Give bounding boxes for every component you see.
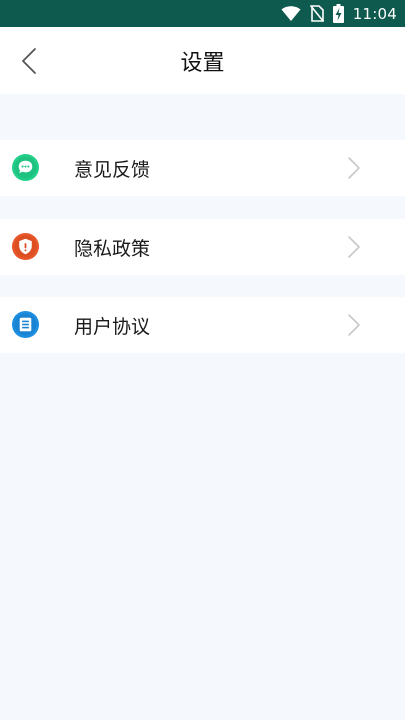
- chevron-right-icon: [348, 314, 360, 336]
- menu-item-label: 隐私政策: [74, 237, 151, 260]
- status-icons: 11:04: [281, 0, 397, 27]
- chevron-right-icon: [348, 236, 360, 258]
- status-bar: 11:04: [0, 0, 405, 27]
- menu-item-feedback[interactable]: 意见反馈: [0, 140, 405, 196]
- back-button[interactable]: [12, 41, 46, 81]
- page-title: 设置: [180, 50, 225, 76]
- menu-item-privacy[interactable]: 隐私政策: [0, 219, 405, 275]
- chevron-right-icon: [348, 157, 360, 179]
- menu-item-label: 意见反馈: [74, 158, 151, 181]
- user-agreement-icon: [11, 310, 40, 339]
- no-sim-icon: [309, 5, 324, 22]
- menu-item-label: 用户协议: [74, 315, 151, 338]
- chevron-left-icon: [22, 48, 36, 74]
- menu-item-user-agreement[interactable]: 用户协议: [0, 297, 405, 353]
- header: 设置: [0, 27, 405, 94]
- wifi-icon: [281, 5, 301, 21]
- feedback-chat-icon: [11, 153, 40, 182]
- privacy-shield-icon: [11, 232, 40, 261]
- battery-charging-icon: [332, 4, 344, 23]
- status-time: 11:04: [352, 4, 397, 23]
